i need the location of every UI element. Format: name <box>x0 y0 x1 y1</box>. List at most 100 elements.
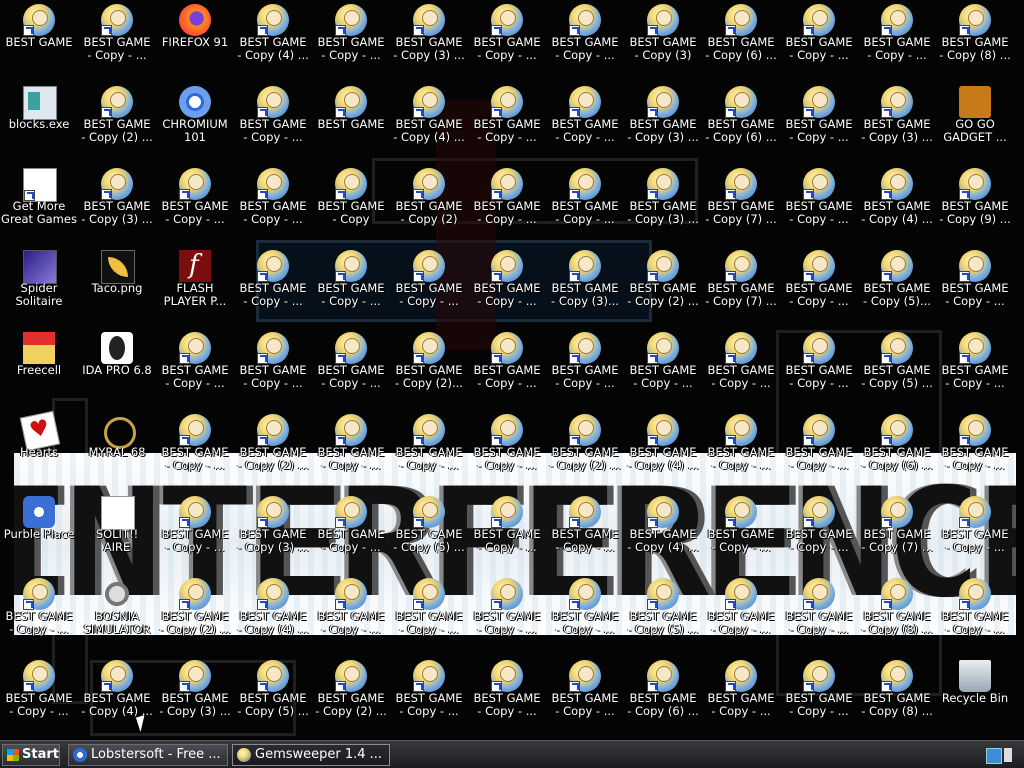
desktop-icon[interactable]: BEST GAME - Copy (4) ... <box>234 576 312 658</box>
desktop-icon[interactable]: BEST GAME - Copy - ... <box>312 576 390 658</box>
desktop-icon[interactable]: BEST GAME - Copy - ... <box>780 166 858 248</box>
desktop-icon[interactable]: BEST GAME - Copy - ... <box>546 658 624 740</box>
desktop-icon[interactable]: Taco.png <box>78 248 156 330</box>
desktop-icon[interactable]: BEST GAME - Copy (4) ... <box>390 84 468 166</box>
desktop-icon[interactable]: BEST GAME - Copy - ... <box>156 494 234 576</box>
desktop-icon[interactable]: BEST GAME - Copy - ... <box>936 412 1014 494</box>
desktop-icon[interactable]: BEST GAME - Copy (5)... <box>858 248 936 330</box>
desktop-icon[interactable]: BEST GAME - Copy - ... <box>312 248 390 330</box>
desktop-icon[interactable]: CHROMIUM 101 <box>156 84 234 166</box>
desktop-icon[interactable]: BEST GAME - Copy - ... <box>546 84 624 166</box>
desktop-icon[interactable]: BEST GAME - Copy - ... <box>78 2 156 84</box>
volume-icon[interactable] <box>1004 748 1018 762</box>
desktop-icon[interactable]: BEST GAME - Copy - ... <box>312 412 390 494</box>
desktop-icon[interactable]: BEST GAME - Copy - ... <box>312 2 390 84</box>
desktop-icon[interactable]: BEST GAME - Copy - ... <box>936 248 1014 330</box>
desktop-icon[interactable]: BEST GAME - Copy - ... <box>468 412 546 494</box>
desktop-icon[interactable]: FIREFOX 91 <box>156 2 234 84</box>
desktop-icon[interactable]: BEST GAME - Copy (2) ... <box>78 84 156 166</box>
desktop-icon[interactable]: BEST GAME - Copy - ... <box>390 576 468 658</box>
desktop-icon[interactable]: IDA PRO 6.8 <box>78 330 156 412</box>
desktop-icon[interactable]: BEST GAME - Copy (2) ... <box>624 248 702 330</box>
desktop-icon[interactable]: BEST GAME - Copy (3) <box>624 2 702 84</box>
desktop-icon[interactable]: BEST GAME - Copy (2) ... <box>312 658 390 740</box>
desktop-icon[interactable]: BEST GAME - Copy (3) ... <box>390 2 468 84</box>
desktop-icon[interactable]: BEST GAME - Copy - ... <box>234 166 312 248</box>
desktop-icon[interactable]: BEST GAME - Copy - ... <box>468 2 546 84</box>
desktop-icon[interactable]: BEST GAME - Copy (2) ... <box>234 412 312 494</box>
desktop-icon[interactable]: SOLIT!! AIRE <box>78 494 156 576</box>
desktop-icon[interactable]: BEST GAME - Copy (8) ... <box>936 2 1014 84</box>
desktop-icon[interactable]: BEST GAME - Copy - ... <box>858 2 936 84</box>
desktop-icon[interactable]: BEST GAME - Copy - ... <box>312 330 390 412</box>
desktop-icon[interactable]: BEST GAME - Copy (5) ... <box>624 576 702 658</box>
desktop-icon[interactable]: BEST GAME <box>312 84 390 166</box>
desktop-icon[interactable]: BEST GAME - Copy - ... <box>468 248 546 330</box>
desktop-icon[interactable]: BEST GAME - Copy - ... <box>468 330 546 412</box>
taskbar-button-lobstersoft[interactable]: Lobstersoft - Free ... <box>68 744 228 766</box>
desktop-icon[interactable]: BEST GAME - Copy - ... <box>780 576 858 658</box>
desktop-icon[interactable]: BEST GAME - Copy - ... <box>468 84 546 166</box>
desktop-icon[interactable]: BEST GAME - Copy - ... <box>546 166 624 248</box>
desktop-icon[interactable]: BEST GAME - Copy - ... <box>780 248 858 330</box>
desktop-icon[interactable]: MYRAL 68 <box>78 412 156 494</box>
desktop-icon[interactable]: BEST GAME - Copy - ... <box>234 248 312 330</box>
desktop-icon[interactable]: BOSNIA SIMULATOR <box>78 576 156 658</box>
desktop-icon[interactable]: BEST GAME - Copy (3) ... <box>234 494 312 576</box>
desktop-icon[interactable]: blocks.exe <box>0 84 78 166</box>
desktop-icon[interactable]: Purble Place <box>0 494 78 576</box>
start-button[interactable]: Start <box>2 744 60 766</box>
desktop-icon[interactable]: BEST GAME - Copy (8) ... <box>858 658 936 740</box>
desktop-icon[interactable]: BEST GAME - Copy - ... <box>780 658 858 740</box>
desktop-icon[interactable]: BEST GAME - Copy (6) ... <box>624 658 702 740</box>
desktop-icon[interactable]: BEST GAME - Copy (3) ... <box>624 166 702 248</box>
desktop-icon[interactable]: BEST GAME - Copy - ... <box>390 658 468 740</box>
desktop-icon[interactable]: BEST GAME - Copy (5) ... <box>234 658 312 740</box>
desktop-icon[interactable]: BEST GAME - Copy - ... <box>390 248 468 330</box>
desktop-icon[interactable]: BEST GAME - Copy - ... <box>702 412 780 494</box>
desktop-icon[interactable]: BEST GAME - Copy (3) ... <box>78 166 156 248</box>
desktop-icon[interactable]: BEST GAME - Copy (4) ... <box>624 412 702 494</box>
desktop-icon[interactable]: BEST GAME <box>0 2 78 84</box>
desktop-icon[interactable]: BEST GAME - Copy (3) ... <box>156 658 234 740</box>
desktop-icon[interactable]: BEST GAME - Copy (2) ... <box>546 412 624 494</box>
desktop-icon[interactable]: BEST GAME - Copy - ... <box>156 412 234 494</box>
desktop-icon[interactable]: BEST GAME - Copy - ... <box>468 166 546 248</box>
desktop-icon[interactable]: BEST GAME - Copy - ... <box>780 2 858 84</box>
desktop-icon[interactable]: BEST GAME - Copy - ... <box>936 494 1014 576</box>
desktop-icon[interactable]: BEST GAME - Copy (5) ... <box>390 494 468 576</box>
desktop-icon[interactable]: BEST GAME - Copy (2) <box>390 166 468 248</box>
desktop-icon[interactable]: BEST GAME - Copy - ... <box>234 330 312 412</box>
desktop-icon[interactable]: BEST GAME - Copy (4) ... <box>858 166 936 248</box>
desktop-icon[interactable]: Freecell <box>0 330 78 412</box>
desktop-icon[interactable]: BEST GAME - Copy - ... <box>780 84 858 166</box>
desktop-icon[interactable]: BEST GAME - Copy - ... <box>156 330 234 412</box>
desktop-icon[interactable]: Recycle Bin <box>936 658 1014 740</box>
desktop-icon[interactable]: BEST GAME - Copy - ... <box>624 330 702 412</box>
desktop-icon[interactable]: BEST GAME - Copy (3)... <box>546 248 624 330</box>
desktop-icon[interactable]: BEST GAME - Copy - ... <box>468 658 546 740</box>
desktop-icon[interactable]: BEST GAME - Copy - ... <box>312 494 390 576</box>
desktop-icon[interactable]: BEST GAME - Copy (6) ... <box>702 84 780 166</box>
desktop-icon[interactable]: BEST GAME - Copy - ... <box>780 330 858 412</box>
desktop-icon[interactable]: BEST GAME - Copy (2) ... <box>156 576 234 658</box>
desktop-icon[interactable]: BEST GAME - Copy - ... <box>390 412 468 494</box>
desktop-icon[interactable]: BEST GAME - Copy - ... <box>546 576 624 658</box>
desktop-icon[interactable]: BEST GAME - Copy - ... <box>780 494 858 576</box>
desktop-icon[interactable]: BEST GAME - Copy - ... <box>936 576 1014 658</box>
desktop-icon[interactable]: BEST GAME - Copy - ... <box>546 2 624 84</box>
desktop-icon[interactable]: BEST GAME - Copy - ... <box>702 576 780 658</box>
desktop-icon[interactable]: BEST GAME - Copy (3) ... <box>624 84 702 166</box>
desktop-icon[interactable]: BEST GAME - Copy - ... <box>546 494 624 576</box>
desktop-icon[interactable]: BEST GAME - Copy <box>312 166 390 248</box>
desktop-icon[interactable]: BEST GAME - Copy (6) ... <box>858 412 936 494</box>
desktop-icon[interactable]: BEST GAME - Copy (6) ... <box>702 2 780 84</box>
desktop-icon[interactable]: BEST GAME - Copy (7) ... <box>702 166 780 248</box>
desktop-icon[interactable]: BEST GAME - Copy - ... <box>0 576 78 658</box>
desktop-icon[interactable]: BEST GAME - Copy - ... <box>156 166 234 248</box>
desktop-icon[interactable]: BEST GAME - Copy (4) ... <box>234 2 312 84</box>
desktop-icon[interactable]: BEST GAME - Copy - ... <box>468 576 546 658</box>
desktop-icon[interactable]: BEST GAME - Copy - ... <box>546 330 624 412</box>
desktop-icon[interactable]: BEST GAME - Copy (5) ... <box>858 330 936 412</box>
desktop-icon[interactable]: BEST GAME - Copy (2)... <box>390 330 468 412</box>
